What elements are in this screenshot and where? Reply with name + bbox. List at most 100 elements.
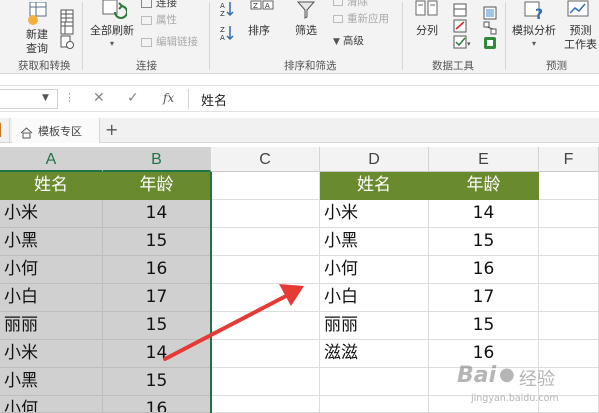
formula-input[interactable]: 姓名 xyxy=(188,89,599,109)
cell-c7[interactable] xyxy=(211,340,320,368)
what-if-analysis-button[interactable]: 模拟分析 ▾ xyxy=(512,24,556,50)
cell-a9[interactable]: 小何 xyxy=(0,396,103,413)
reapply-label: 重新应用 xyxy=(347,13,389,25)
svg-text:Z: Z xyxy=(253,2,258,10)
forecast-sheet-button[interactable]: 预测 工作表 xyxy=(564,24,597,51)
cell-b4[interactable]: 16 xyxy=(103,256,211,284)
tab-previous[interactable]: ▏ xyxy=(0,118,10,143)
cell-b2[interactable]: 14 xyxy=(103,200,211,228)
cell-d6[interactable]: 丽丽 xyxy=(320,312,429,340)
group-forecast-label: 预测 xyxy=(546,60,567,72)
tab-strip: ▏ 模板专区 + xyxy=(0,118,599,143)
refresh-all-button[interactable]: 全部刷新 ▾ xyxy=(90,24,134,50)
cell-e5[interactable]: 17 xyxy=(429,284,539,312)
confirm-icon[interactable]: ✓ xyxy=(127,90,139,106)
column-header-c[interactable]: C xyxy=(211,147,320,172)
cell-d1[interactable]: 姓名 xyxy=(320,172,429,200)
cell-a5[interactable]: 小白 xyxy=(0,284,103,312)
connections-button[interactable]: 连接 xyxy=(141,0,177,10)
advanced-button[interactable]: ▼ 高级 xyxy=(333,35,364,49)
cell-c3[interactable] xyxy=(211,228,320,256)
cell-d2[interactable]: 小米 xyxy=(320,200,429,228)
cell-f6[interactable] xyxy=(539,312,599,340)
sort-az-icon[interactable]: AZ xyxy=(220,1,234,21)
add-tab-button[interactable]: + xyxy=(105,120,118,139)
forecast-sheet-line1: 预测 xyxy=(569,24,592,37)
clear-button[interactable]: 清除 xyxy=(333,0,368,9)
svg-text:Z: Z xyxy=(220,26,225,34)
cell-f3[interactable] xyxy=(539,228,599,256)
ribbon-separator xyxy=(402,2,403,70)
column-header-f[interactable]: F xyxy=(539,147,599,172)
cell-f1[interactable] xyxy=(539,172,599,200)
column-header-a[interactable]: A xyxy=(0,147,103,172)
cell-b5[interactable]: 17 xyxy=(103,284,211,312)
cell-b1[interactable]: 年龄 xyxy=(103,172,211,200)
cell-e4[interactable]: 16 xyxy=(429,256,539,284)
text-to-columns-label: 分列 xyxy=(416,24,438,37)
cell-e3[interactable]: 15 xyxy=(429,228,539,256)
what-if-analysis-icon: ? xyxy=(523,0,547,26)
column-header-e[interactable]: E xyxy=(429,147,539,172)
text-to-columns-button[interactable]: 分列 xyxy=(416,24,438,37)
cell-c2[interactable] xyxy=(211,200,320,228)
connections-icon xyxy=(141,0,152,8)
cell-c8[interactable] xyxy=(211,368,320,396)
cell-b9[interactable]: 16 xyxy=(103,396,211,413)
cell-b3[interactable]: 15 xyxy=(103,228,211,256)
reapply-button[interactable]: 重新应用 xyxy=(333,13,389,26)
clear-icon xyxy=(333,0,343,6)
new-query-button[interactable]: 新建 查询 xyxy=(22,28,52,55)
data-validation-icon[interactable]: ▾ xyxy=(453,34,473,53)
cell-d9[interactable] xyxy=(320,396,429,413)
cell-a4[interactable]: 小何 xyxy=(0,256,103,284)
cell-d8[interactable] xyxy=(320,368,429,396)
cell-f4[interactable] xyxy=(539,256,599,284)
cell-c6[interactable] xyxy=(211,312,320,340)
cell-e6[interactable]: 15 xyxy=(429,312,539,340)
tab-template-zone[interactable]: 模板专区 xyxy=(12,118,100,143)
cell-c9[interactable] xyxy=(211,396,320,413)
cell-d7[interactable]: 滋滋 xyxy=(320,340,429,368)
cell-f2[interactable] xyxy=(539,200,599,228)
drag-handle-icon[interactable]: ⋮ xyxy=(64,91,75,104)
cell-a2[interactable]: 小米 xyxy=(0,200,103,228)
column-header-d[interactable]: D xyxy=(320,147,429,172)
ribbon-separator xyxy=(209,2,210,70)
chevron-down-icon[interactable]: ▼ xyxy=(42,93,49,103)
edit-links-button[interactable]: 编辑链接 xyxy=(141,36,198,49)
cell-d4[interactable]: 小何 xyxy=(320,256,429,284)
sort-button[interactable]: 排序 xyxy=(248,24,270,37)
cell-e2[interactable]: 14 xyxy=(429,200,539,228)
refresh-all-label: 全部刷新 xyxy=(90,24,134,37)
cell-a8[interactable]: 小黑 xyxy=(0,368,103,396)
manage-data-model-icon[interactable] xyxy=(483,35,497,54)
filter-button[interactable]: 筛选 xyxy=(295,24,317,37)
insert-function-button[interactable]: fx xyxy=(163,91,174,105)
new-query-line1: 新建 xyxy=(26,28,48,41)
cell-c1[interactable] xyxy=(211,172,320,200)
sort-icon: ZA xyxy=(250,0,276,24)
properties-button[interactable]: 属性 xyxy=(141,14,177,27)
cell-e1[interactable]: 年龄 xyxy=(429,172,539,200)
name-box[interactable]: ▼ xyxy=(0,89,58,109)
cell-b7[interactable]: 14 xyxy=(103,340,211,368)
cell-b6[interactable]: 15 xyxy=(103,312,211,340)
tab-template-zone-label: 模板专区 xyxy=(38,125,82,138)
svg-text:?: ? xyxy=(535,7,543,22)
recent-sources-icon[interactable] xyxy=(60,34,74,53)
cell-a3[interactable]: 小黑 xyxy=(0,228,103,256)
column-header-b[interactable]: B xyxy=(103,147,211,172)
cell-d5[interactable]: 小白 xyxy=(320,284,429,312)
cell-c5[interactable] xyxy=(211,284,320,312)
cell-a1[interactable]: 姓名 xyxy=(0,172,103,200)
cancel-icon[interactable]: ✕ xyxy=(93,90,105,106)
cell-a7[interactable]: 小米 xyxy=(0,340,103,368)
cell-f5[interactable] xyxy=(539,284,599,312)
cell-b8[interactable]: 15 xyxy=(103,368,211,396)
paw-icon: ● xyxy=(499,364,515,385)
cell-c4[interactable] xyxy=(211,256,320,284)
cell-d3[interactable]: 小黑 xyxy=(320,228,429,256)
cell-a6[interactable]: 丽丽 xyxy=(0,312,103,340)
sort-za-icon[interactable]: ZA xyxy=(220,25,234,45)
